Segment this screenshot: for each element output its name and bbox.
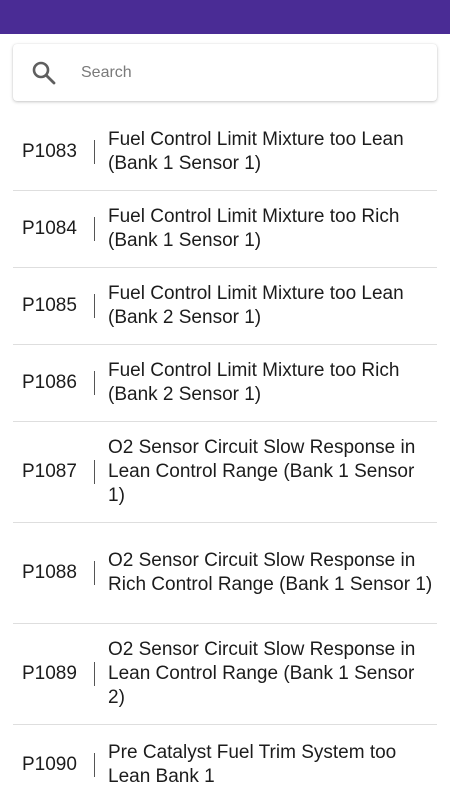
code-description: O2 Sensor Circuit Slow Response in Lean … — [108, 639, 416, 708]
code-label: P1089 — [22, 663, 77, 684]
code-description: Fuel Control Limit Mixture too Lean (Ban… — [108, 129, 404, 174]
list-item[interactable]: P1084 Fuel Control Limit Mixture too Ric… — [13, 191, 437, 268]
divider — [94, 753, 95, 777]
status-bar — [0, 0, 450, 34]
code-label: P1090 — [22, 754, 77, 775]
code-label: P1085 — [22, 295, 77, 316]
code-description: O2 Sensor Circuit Slow Response in Lean … — [108, 437, 416, 506]
code-label: P1084 — [22, 218, 77, 239]
divider — [94, 371, 95, 395]
code-label: P1088 — [22, 562, 77, 583]
code-description: Fuel Control Limit Mixture too Lean (Ban… — [108, 283, 404, 328]
divider — [94, 662, 95, 686]
list-item[interactable]: P1090 Pre Catalyst Fuel Trim System too … — [13, 725, 437, 805]
list-item[interactable]: P1087 O2 Sensor Circuit Slow Response in… — [13, 422, 437, 523]
divider — [94, 460, 95, 484]
list-item[interactable]: P1085 Fuel Control Limit Mixture too Lea… — [13, 268, 437, 345]
code-description: Fuel Control Limit Mixture too Rich (Ban… — [108, 360, 400, 405]
divider — [94, 140, 95, 164]
search-icon[interactable] — [31, 60, 57, 86]
list-item[interactable]: P1083 Fuel Control Limit Mixture too Lea… — [13, 114, 437, 191]
code-label: P1083 — [22, 141, 77, 162]
code-description: Fuel Control Limit Mixture too Rich (Ban… — [108, 206, 400, 251]
search-bar[interactable] — [13, 44, 437, 101]
code-description: O2 Sensor Circuit Slow Response in Rich … — [108, 550, 433, 595]
code-list: P1083 Fuel Control Limit Mixture too Lea… — [13, 114, 437, 805]
search-input[interactable] — [81, 56, 411, 90]
list-item[interactable]: P1089 O2 Sensor Circuit Slow Response in… — [13, 624, 437, 725]
code-label: P1087 — [22, 461, 77, 482]
divider — [94, 294, 95, 318]
code-description: Pre Catalyst Fuel Trim System too Lean B… — [108, 742, 397, 787]
divider — [94, 561, 95, 585]
divider — [94, 217, 95, 241]
list-item[interactable]: P1088 O2 Sensor Circuit Slow Response in… — [13, 523, 437, 624]
code-label: P1086 — [22, 372, 77, 393]
list-item[interactable]: P1086 Fuel Control Limit Mixture too Ric… — [13, 345, 437, 422]
